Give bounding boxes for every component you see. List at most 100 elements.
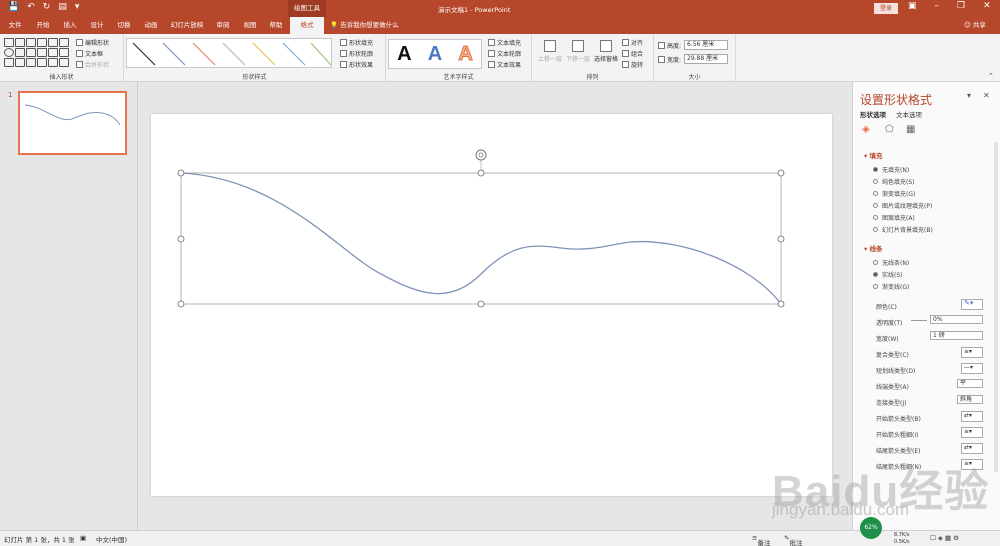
wordart-gallery[interactable]: A A A [388,39,482,69]
group-button[interactable]: 组合 [622,49,643,58]
edit-shape-icon [76,39,83,46]
align-button[interactable]: 对齐 [622,38,643,47]
fill-line-icon[interactable]: ◈ [862,124,870,135]
ribbon-display-options-icon[interactable]: ▣ [908,1,917,11]
slide-thumbnail[interactable] [18,91,127,155]
customize-qat-icon[interactable]: ▾ [75,2,80,12]
undo-icon[interactable]: ↶ [27,2,35,12]
tab-help[interactable]: 帮助 [264,17,288,34]
lightbulb-icon: 💡 [330,21,339,29]
close-icon[interactable]: ✕ [983,1,991,11]
shape-outline-button[interactable]: 形状轮廓 [340,49,373,58]
tray-icons: ☐ ◈ ▦ ⚙ [930,534,959,542]
tab-slideshow[interactable]: 幻灯片放映 [166,17,208,34]
comments-button[interactable]: ✎ 批注 [784,534,802,546]
restore-icon[interactable]: ❐ [957,1,965,11]
tab-view[interactable]: 视图 [238,17,262,34]
language-indicator[interactable]: 中文(中国) [96,534,127,544]
slide-number: 1 [8,91,13,99]
pane-options-icon[interactable]: ▾ [967,91,971,100]
radio-no-line[interactable]: 无线条(N) [873,258,909,267]
status-bar: 幻灯片 第 1 张，共 1 张 ▣ 中文(中国) ≡ 备注 ✎ 批注 8.7K/… [0,530,1000,546]
line-width-input[interactable]: 1 磅 [930,331,983,340]
cap-type-dropdown[interactable]: 平 [957,379,983,388]
collapse-ribbon-icon[interactable]: ⌃ [988,72,994,80]
radio-gradient-fill[interactable]: 渐变填充(G) [873,189,915,198]
tell-me-search[interactable]: 💡 告诉我你想要做什么 [330,17,399,34]
text-effects-button[interactable]: 文本效果 [488,60,521,69]
start-from-beginning-icon[interactable]: ▤ [58,2,67,12]
quick-access-toolbar: 💾 ↶ ↻ ▤ ▾ [8,2,79,12]
align-icon [622,39,629,46]
selection-pane-icon [600,40,612,52]
radio-solid-line[interactable]: 实线(S) [873,270,903,279]
spellcheck-icon[interactable]: ▣ [80,534,86,542]
radio-pattern-fill[interactable]: 图案填充(A) [873,213,915,222]
person-icon: ☺ [964,21,971,29]
tab-animations[interactable]: 动画 [138,17,164,34]
save-icon[interactable]: 💾 [8,2,19,12]
join-type-dropdown[interactable]: 斜角 [957,395,983,404]
download-speed: 0.5K/s [894,539,910,545]
transparency-input[interactable]: 0% [930,315,983,324]
line-color-picker[interactable]: ✎▾ [961,299,983,310]
dash-type-dropdown[interactable]: —▾ [961,363,983,374]
bring-forward-button[interactable]: 上移一层 [538,40,562,63]
tab-home[interactable]: 开始 [30,17,56,34]
send-backward-button[interactable]: 下移一层 [566,40,590,63]
edit-shape-button[interactable]: 编辑形状 [76,38,109,47]
slide-canvas[interactable] [151,114,832,496]
width-input[interactable]: 29.88 厘米 [684,54,728,64]
paint-bucket-icon [340,39,347,46]
tab-review[interactable]: 审阅 [210,17,236,34]
textbox-button[interactable]: 文本框 [76,49,103,58]
selection-pane-button[interactable]: 选择窗格 [594,40,618,63]
radio-picture-fill[interactable]: 图片或纹理填充(P) [873,201,932,210]
minimize-icon[interactable]: – [935,1,940,11]
shape-effects-button[interactable]: 形状效果 [340,60,373,69]
shape-styles-gallery[interactable] [126,38,332,68]
end-arrow-type-label: 结尾箭头类型(E) [876,448,921,455]
tab-shape-options[interactable]: 形状选项 [860,109,886,119]
share-button[interactable]: ☺ 共享 [964,17,986,34]
curve-shape[interactable] [151,114,832,496]
redo-icon[interactable]: ↻ [43,2,51,12]
tab-format[interactable]: 格式 [290,17,324,34]
transparency-slider[interactable] [911,320,927,321]
end-arrow-type-dropdown[interactable]: ⇄▾ [961,443,983,454]
watermark-url: jingyan.baidu.com [772,500,910,519]
radio-gradient-line[interactable]: 渐变线(G) [873,282,909,291]
begin-arrow-type-label: 开始箭头类型(B) [876,416,921,423]
shapes-gallery[interactable] [4,38,69,68]
transparency-label: 透明度(T) [876,320,903,327]
tab-text-options[interactable]: 文本选项 [896,109,922,119]
effects-pentagon-icon[interactable]: ⬠ [885,124,894,135]
pane-scrollbar[interactable] [994,142,998,472]
text-fill-button[interactable]: 文本填充 [488,38,521,47]
radio-background-fill[interactable]: 幻灯片背景填充(B) [873,225,933,234]
radio-solid-fill[interactable]: 纯色填充(S) [873,177,915,186]
login-button[interactable]: 登录 [874,3,898,14]
begin-arrow-type-dropdown[interactable]: ⇄▾ [961,411,983,422]
rotate-icon [622,61,629,68]
height-input[interactable]: 6.56 厘米 [684,40,728,50]
size-properties-icon[interactable]: ▦ [906,124,915,135]
notes-button[interactable]: ≡ 备注 [752,534,770,546]
pane-close-icon[interactable]: ✕ [983,91,990,100]
textbox-icon [76,50,83,57]
merge-shapes-button[interactable]: 合并形状 [76,60,109,69]
tab-insert[interactable]: 插入 [58,17,82,34]
text-outline-button[interactable]: 文本轮廓 [488,49,521,58]
tab-design[interactable]: 设计 [84,17,110,34]
tab-file[interactable]: 文件 [4,17,26,34]
compound-type-dropdown[interactable]: ≡▾ [961,347,983,358]
radio-no-fill[interactable]: 无填充(N) [873,165,909,174]
slide-thumbnail-pane: 1 [0,82,138,530]
line-section-header[interactable]: ▾ 线条 [864,243,883,253]
window-controls: ▣ – ❐ ✕ [908,1,991,11]
rotate-button[interactable]: 旋转 [622,60,643,69]
shape-fill-button[interactable]: 形状填充 [340,38,373,47]
fill-section-header[interactable]: ▾ 填充 [864,150,883,160]
tab-transitions[interactable]: 切换 [112,17,136,34]
begin-arrow-size-dropdown[interactable]: ≡▾ [961,427,983,438]
